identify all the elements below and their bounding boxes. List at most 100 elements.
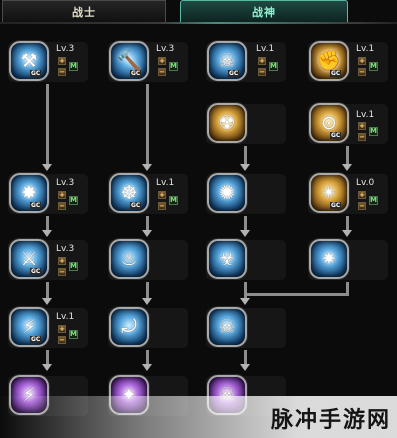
connector-line — [346, 216, 349, 230]
skill-icon[interactable]: ⚔ GC — [9, 239, 49, 279]
connector-arrow — [142, 364, 152, 371]
skill-plus-button[interactable]: + — [358, 191, 366, 199]
skill-plus-button[interactable]: + — [158, 191, 166, 199]
explosion-icon: ✴ — [321, 181, 337, 204]
nova-icon: ✺ — [219, 181, 235, 204]
skill-icon[interactable]: ⊙ GC — [309, 103, 349, 143]
skill-plus-button[interactable]: + — [158, 57, 166, 65]
flame-icon: ♨ — [120, 247, 138, 270]
skill-level: Lv.1 — [356, 44, 375, 54]
connector-line — [46, 350, 49, 364]
skill-plus-button[interactable]: + — [58, 257, 66, 265]
skill-plus-button[interactable]: + — [358, 57, 366, 65]
blast-icon: ✷ — [321, 247, 337, 270]
skill-icon[interactable]: ⚡ GC — [9, 307, 49, 347]
skill-icon[interactable]: ✷ — [309, 239, 349, 279]
skill-level: Lv.3 — [56, 244, 75, 254]
skill-master-button[interactable]: M — [369, 127, 378, 136]
skill-plus-button[interactable]: + — [58, 325, 66, 333]
burst-icon: ✸ — [21, 181, 37, 204]
hammer-icon: 🔨 — [117, 49, 141, 72]
connector-line — [244, 350, 247, 364]
skill-master-button[interactable]: M — [169, 196, 178, 205]
skill-icon[interactable]: ⤾ — [109, 307, 149, 347]
gc-badge: GC — [30, 70, 42, 77]
skill-minus-button[interactable]: − — [158, 202, 166, 210]
gc-badge: GC — [130, 70, 142, 77]
connector-arrow — [240, 230, 250, 237]
skill-icon[interactable]: ☠ GC — [207, 41, 247, 81]
skill-minus-button[interactable]: − — [158, 68, 166, 76]
skill-icon[interactable]: ✴ GC — [309, 173, 349, 213]
skill-icon[interactable]: ⚒ GC — [9, 41, 49, 81]
axe-icon: ⚔ — [20, 247, 38, 270]
connector-arrow — [42, 298, 52, 305]
connector-arrow — [142, 230, 152, 237]
connector-line — [46, 84, 49, 164]
skill-master-button[interactable]: M — [269, 62, 278, 71]
skill-level: Lv.1 — [156, 178, 175, 188]
skill-master-button[interactable]: M — [69, 330, 78, 339]
skill-icon[interactable]: ✊ GC — [309, 41, 349, 81]
tab-god[interactable]: 战神 — [180, 0, 348, 22]
connector-line — [244, 293, 349, 296]
skill-icon[interactable]: ☣ — [207, 239, 247, 279]
skill-minus-button[interactable]: − — [358, 133, 366, 141]
skill-master-button[interactable]: M — [69, 262, 78, 271]
skill-minus-button[interactable]: − — [58, 336, 66, 344]
skill-icon[interactable]: ✸ GC — [9, 173, 49, 213]
skill-minus-button[interactable]: − — [58, 268, 66, 276]
skill-icon[interactable]: ☠ — [207, 307, 247, 347]
skill-icon[interactable]: ☸ GC — [109, 173, 149, 213]
watermark: 脉冲手游网 — [270, 408, 391, 433]
connector-arrow — [240, 164, 250, 171]
skill-minus-button[interactable]: − — [58, 68, 66, 76]
connector-line — [46, 282, 49, 298]
connector-line — [146, 282, 149, 298]
skill-plus-button[interactable]: + — [258, 57, 266, 65]
connector-arrow — [342, 164, 352, 171]
skill-level: Lv.3 — [156, 44, 175, 54]
skill-plus-button[interactable]: + — [358, 122, 366, 130]
skill-master-button[interactable]: M — [369, 62, 378, 71]
tab-warrior[interactable]: 战士 — [2, 0, 166, 22]
skill-icon[interactable]: ☢ — [207, 103, 247, 143]
skill-level: Lv.3 — [56, 44, 75, 54]
skill-master-button[interactable]: M — [169, 62, 178, 71]
gc-badge: GC — [330, 132, 342, 139]
skill-level: Lv.3 — [56, 178, 75, 188]
connector-line — [46, 216, 49, 230]
gc-badge: GC — [228, 70, 240, 77]
skill-minus-button[interactable]: − — [258, 68, 266, 76]
skill-minus-button[interactable]: − — [58, 202, 66, 210]
skill-plus-button[interactable]: + — [58, 57, 66, 65]
skill-icon[interactable]: ♨ — [109, 239, 149, 279]
gc-badge: GC — [130, 202, 142, 209]
skill-minus-button[interactable]: − — [358, 68, 366, 76]
skill-minus-button[interactable]: − — [358, 202, 366, 210]
connector-arrow — [240, 298, 250, 305]
skill-master-button[interactable]: M — [69, 196, 78, 205]
lightning-slash-icon: ⚡ — [22, 315, 36, 338]
tab-divider — [0, 22, 397, 24]
connector-line — [146, 84, 149, 164]
whirlwind-icon: ☸ — [120, 181, 138, 204]
gc-badge: GC — [330, 70, 342, 77]
skill-master-button[interactable]: M — [369, 196, 378, 205]
skill-plus-button[interactable]: + — [58, 191, 66, 199]
connector-line — [244, 146, 247, 164]
rage-face-icon: ☢ — [218, 111, 236, 134]
hammer-strike-icon: ⚒ — [20, 49, 38, 72]
skill-icon[interactable]: ✺ — [207, 173, 247, 213]
skill-level: Lv.1 — [256, 44, 275, 54]
connector-arrow — [142, 298, 152, 305]
connector-arrow — [240, 364, 250, 371]
skill-master-button[interactable]: M — [69, 62, 78, 71]
connector-arrow — [42, 364, 52, 371]
skull-roar-icon: ☠ — [218, 49, 236, 72]
skill-level: Lv.0 — [356, 178, 375, 188]
connector-line — [244, 216, 247, 230]
skill-icon[interactable]: 🔨 GC — [109, 41, 149, 81]
skill-level: Lv.1 — [56, 312, 75, 322]
skull-icon: ☠ — [218, 315, 236, 338]
